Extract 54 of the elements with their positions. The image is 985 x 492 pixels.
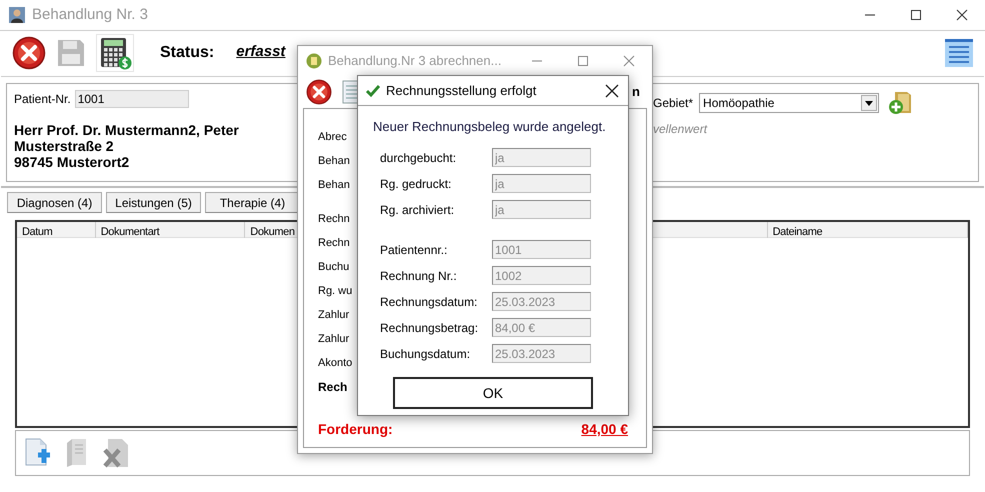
field-label: Rg. archiviert: [380, 202, 456, 218]
field-label: Buchungsdatum: [380, 346, 472, 362]
field-label: Rechnungsdatum: [380, 294, 478, 310]
ok-button[interactable]: OK [393, 377, 593, 409]
field-label: Akonto [318, 356, 352, 371]
document-delete-icon[interactable] [102, 437, 130, 469]
field-label: Behan [318, 154, 350, 169]
tab[interactable]: Diagnosen (4) [7, 192, 102, 213]
field-label: Rechn [318, 236, 350, 251]
close-icon[interactable] [605, 84, 619, 98]
total-label: Forderung: [318, 420, 393, 439]
field-label: Rg. wu [318, 284, 352, 299]
field-label: Patientennr.: [380, 242, 448, 258]
field-label: Rg. gedruckt: [380, 176, 452, 192]
column-header[interactable]: Dateiname [772, 226, 822, 238]
field-label: Rech [318, 379, 348, 396]
message-text: Neuer Rechnungsbeleg wurde angelegt. [373, 119, 606, 134]
field-label: Buchu [318, 260, 350, 275]
total-amount: 84,00 € [581, 420, 628, 439]
field-label: Rechn [318, 212, 350, 227]
close-icon[interactable] [306, 79, 332, 105]
field-label: Zahlur [318, 308, 350, 323]
column-header[interactable]: Datum [22, 226, 52, 238]
column-header[interactable]: Dokumentart [100, 226, 160, 238]
address-line: 98745 Musterort2 [14, 154, 130, 170]
toolbar-text: n [632, 83, 640, 102]
address-line: Herr Prof. Dr. Mustermann2, Peter [14, 122, 239, 138]
field-label: Zahlur [318, 332, 350, 347]
checkmark-icon [366, 84, 380, 98]
patient-number-label: Patient-Nr. [14, 91, 71, 108]
calculator-icon[interactable] [98, 36, 132, 70]
dialog-title: Behandlung.Nr 3 abrechnen... [328, 52, 502, 70]
area-label: Gebiet* [653, 95, 694, 112]
field-label: Behan [318, 178, 350, 193]
status-label: Status: [160, 42, 214, 62]
list-icon[interactable] [945, 38, 973, 66]
dialog-icon [306, 53, 322, 69]
tab[interactable]: Leistungen (5) [106, 192, 201, 213]
message-title: Rechnungsstellung erfolgt [386, 82, 536, 100]
address-line: Musterstraße 2 [14, 138, 114, 154]
field-label: Rechnung Nr.: [380, 268, 458, 284]
field-label: durchgebucht: [380, 150, 458, 166]
window-title: Behandlung Nr. 3 [32, 4, 148, 25]
tab[interactable]: Therapie (4) [205, 192, 300, 213]
app-icon [8, 6, 26, 24]
area-dropdown[interactable]: Homöopathie [699, 93, 880, 113]
column-header[interactable]: Dokumen [250, 226, 295, 238]
folder-plus-icon[interactable] [887, 90, 914, 116]
status-value: erfasst [236, 42, 286, 62]
close-icon[interactable] [12, 36, 46, 70]
field-label: Rechnungsbetrag: [380, 320, 480, 336]
patient-number-field[interactable]: 1001 [74, 90, 189, 108]
hint-text: vellenwert [653, 121, 708, 138]
field-label: Abrec [318, 130, 347, 145]
